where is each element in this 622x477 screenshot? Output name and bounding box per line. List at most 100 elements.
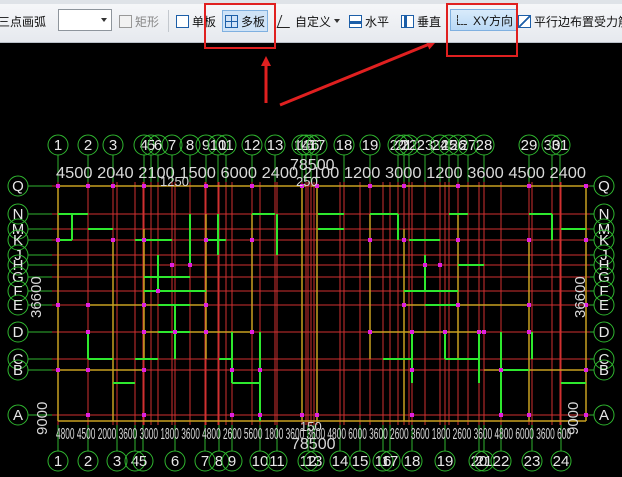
column-marker [86,368,90,372]
axis-bubble-bottom: 6 [164,450,186,472]
column-marker [456,184,460,188]
axis-bubble-label: 24 [553,453,570,470]
axis-bubble-label: 10 [252,453,269,470]
axis-bubble-bottom: 1 [47,450,69,472]
axis-bubble-label: 19 [437,453,454,470]
column-marker [250,330,254,334]
three-point-arc-label: 三点画弧 [0,14,47,29]
horizontal-button[interactable]: 水平 [349,9,389,33]
column-marker [527,330,531,334]
column-marker [204,184,208,188]
column-marker [402,238,406,242]
top-sub-dimension-1: 1250 [160,174,189,189]
axis-bubble-top: 17 [306,134,328,156]
vertical-icon [401,14,414,28]
parallel-edge-button[interactable]: 平行边布置受力筋 [518,9,622,33]
axis-bubble-bottom: 11 [266,450,288,472]
axis-bubble-label: 15 [352,453,369,470]
axis-bubble-label: 18 [404,453,421,470]
column-marker [402,184,406,188]
axis-bubble-label: 7 [168,137,176,154]
column-marker [300,413,304,417]
column-marker [250,238,254,242]
axis-bubble-label: 23 [524,453,541,470]
column-marker [410,413,414,417]
column-marker [456,238,460,242]
column-marker [86,303,90,307]
axis-bubble-top: 28 [473,134,495,156]
axis-bubble-label: 9 [228,453,236,470]
column-marker [142,238,146,242]
column-marker [443,330,447,334]
bottom-sub-dimension: 150 [300,419,322,434]
axis-bubble-right: E [593,294,615,316]
left-vertical-dimension: 36600 [28,276,45,318]
column-marker [499,368,503,372]
axis-bubble-label: 11 [269,453,285,470]
polyline-icon [276,14,295,28]
column-marker [142,330,146,334]
axis-bubble-bottom: 9 [221,450,243,472]
axis-bubble-label: 8 [186,137,194,154]
axis-bubble-bottom: 19 [434,450,456,472]
axis-bubble-bottom: 3 [106,450,128,472]
column-marker [56,303,60,307]
parallel-edge-label: 平行边布置受力筋 [534,14,622,29]
column-marker [584,368,588,372]
cad-drawing-canvas[interactable]: 1 2 3 456 7 8 9 1011 12 13 14151617 18 19 202122 23242… [0,43,622,477]
chevron-down-icon [101,18,107,22]
axis-grid-lines [52,182,590,425]
single-slab-icon [176,14,189,28]
axis-bubble-bottom: 8 [208,450,230,472]
rect-button[interactable]: 矩形 [119,9,159,33]
column-marker [368,184,372,188]
axis-bubble-label: 31 [552,137,569,154]
style-combo-box[interactable] [58,9,112,31]
column-marker [368,238,372,242]
column-marker [410,368,414,372]
column-marker [86,413,90,417]
axis-bubble-label: Q [12,178,24,195]
column-marker [142,184,146,188]
column-marker [315,413,319,417]
column-marker [56,238,60,242]
three-point-arc-button[interactable]: 三点画弧 [0,9,46,33]
column-marker [204,330,208,334]
axis-bubble-top: 12 [241,134,263,156]
axis-bubble-label: 1 [54,137,62,154]
axis-bubble-label: 5 [139,453,147,470]
column-marker [56,368,60,372]
horizontal-label: 水平 [365,14,390,29]
axis-bubble-label: 3 [109,137,117,154]
vertical-label: 垂直 [417,14,442,29]
axis-bubble-label: D [13,324,24,341]
axis-bubble-label: A [13,407,23,424]
column-marker [527,413,531,417]
column-marker [142,413,146,417]
axis-bubble-top: 2 [77,134,99,156]
ribbon-toolbar: 三点画弧 矩形 单板 多板 自定义 水平 垂直 XY方向 平行边布置受力筋 [0,0,622,43]
column-marker [527,303,531,307]
vertical-button[interactable]: 垂直 [401,9,441,33]
axis-bubble-label: 17 [382,453,399,470]
axis-bubble-top: 31 [549,134,571,156]
axis-bubble-bottom: 22 [490,450,512,472]
custom-button[interactable]: 自定义 [276,9,341,33]
column-marker [250,184,254,188]
axis-bubble-label: B [599,362,609,379]
axis-bubble-label: A [599,407,609,424]
axis-bubble-label: 6 [154,137,162,154]
parallel-edge-icon [518,14,531,28]
column-marker [156,289,160,293]
column-marker [584,184,588,188]
axis-bubble-top: 3 [102,134,124,156]
column-marker [142,303,146,307]
axis-bubble-top: 1 [47,134,69,156]
column-marker [142,368,146,372]
annotation-arrow-to-xy [279,43,437,107]
column-marker [402,303,406,307]
toolbar-separator [168,10,169,32]
rect-label: 矩形 [135,14,160,29]
right-vertical-dimension: 36600 [572,276,589,318]
axis-bubble-label: 14 [332,453,349,470]
